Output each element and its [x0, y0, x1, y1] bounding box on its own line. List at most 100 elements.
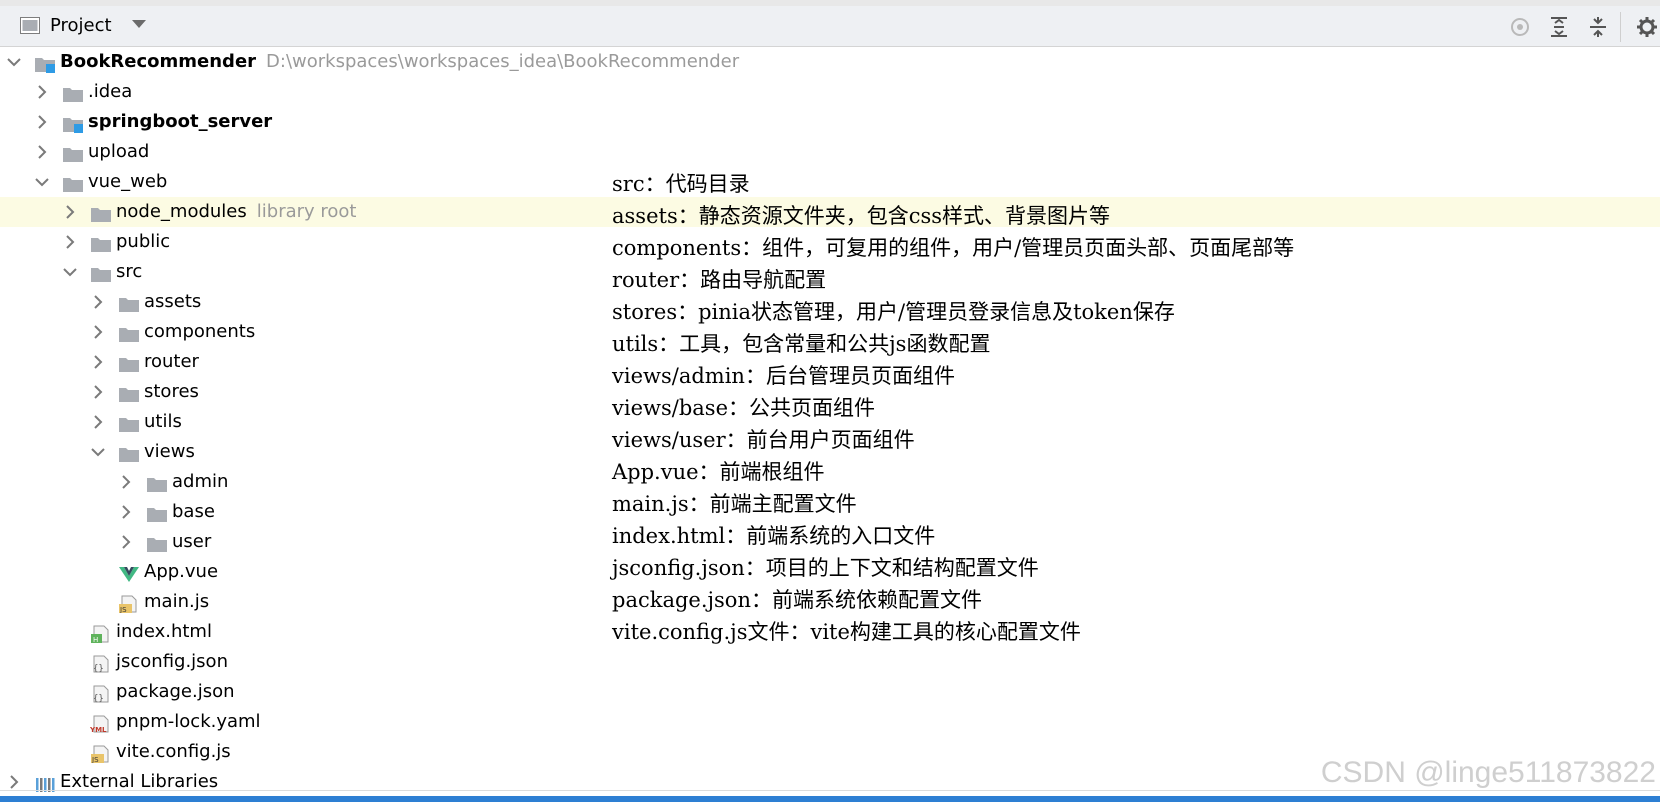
- json-file-icon: {}: [90, 683, 112, 704]
- chevron-right-icon[interactable]: [119, 497, 133, 527]
- annotation-line: index.html：前端系统的入口文件: [612, 524, 936, 548]
- tree-item-label: External Libraries: [60, 767, 218, 797]
- annotation-line: main.js：前端主配置文件: [612, 492, 857, 516]
- js-file-icon: JS: [118, 593, 140, 614]
- chevron-right-icon[interactable]: [63, 197, 77, 227]
- status-bar-edge: [0, 796, 1660, 802]
- chevron-right-icon[interactable]: [91, 317, 105, 347]
- folder-icon: [118, 383, 140, 402]
- project-name: BookRecommender: [60, 51, 257, 72]
- tree-item-name: springboot_server: [88, 111, 273, 132]
- tree-item-label: base: [172, 497, 215, 527]
- folder-icon: [118, 293, 140, 312]
- tree-item-name: main.js: [144, 591, 210, 612]
- module-folder-icon: [62, 113, 84, 133]
- tree-row-package-json[interactable]: {} package.json: [0, 677, 1660, 707]
- folder-icon: [118, 353, 140, 372]
- tree-item-label: .idea: [88, 77, 132, 107]
- tree-item-name: vite.config.js: [116, 741, 231, 762]
- tree-item-label: admin: [172, 467, 228, 497]
- chevron-down-icon[interactable]: [7, 47, 21, 77]
- annotation-line: App.vue：前端根组件: [612, 460, 825, 484]
- tree-row-springboot-server[interactable]: springboot_server: [0, 107, 1660, 137]
- folder-icon: [146, 503, 168, 522]
- tree-item-name: External Libraries: [60, 771, 219, 792]
- tree-item-name: package.json: [116, 681, 235, 702]
- chevron-right-icon[interactable]: [91, 347, 105, 377]
- annotation-line: package.json：前端系统依赖配置文件: [612, 588, 982, 612]
- svg-text:JS: JS: [119, 606, 127, 613]
- tree-item-name: assets: [144, 291, 202, 312]
- annotation-line: utils：工具，包含常量和公共js函数配置: [612, 332, 991, 356]
- chevron-right-icon[interactable]: [119, 467, 133, 497]
- annotation-line: assets：静态资源文件夹，包含css样式、背景图片等: [612, 204, 1111, 228]
- annotation-line: router：路由导航配置: [612, 268, 827, 292]
- chevron-right-icon[interactable]: [35, 137, 49, 167]
- tree-item-name: src: [116, 261, 143, 282]
- js-file-icon: JS: [90, 743, 112, 764]
- tree-item-name: .idea: [88, 81, 133, 102]
- annotation-list: src：代码目录 assets：静态资源文件夹，包含css样式、背景图片等 co…: [612, 168, 1294, 648]
- tree-row-pnpm-lock[interactable]: YML pnpm-lock.yaml: [0, 707, 1660, 737]
- tree-item-name: utils: [144, 411, 182, 432]
- annotation-line: stores：pinia状态管理，用户/管理员登录信息及token保存: [612, 300, 1175, 324]
- folder-icon: [62, 83, 84, 102]
- json-file-icon: {}: [90, 653, 112, 674]
- tree-row-upload[interactable]: upload: [0, 137, 1660, 167]
- tree-item-name: App.vue: [144, 561, 219, 582]
- chevron-right-icon[interactable]: [91, 287, 105, 317]
- folder-icon: [90, 263, 112, 282]
- tree-item-label: BookRecommender D:\workspaces\workspaces_…: [60, 47, 739, 77]
- chevron-right-icon[interactable]: [35, 77, 49, 107]
- chevron-right-icon[interactable]: [63, 227, 77, 257]
- svg-text:H: H: [93, 636, 98, 643]
- tree-row-idea[interactable]: .idea: [0, 77, 1660, 107]
- annotation-line: jsconfig.json：项目的上下文和结构配置文件: [612, 556, 1039, 580]
- tree-item-label: upload: [88, 137, 149, 167]
- annotation-line: views/base：公共页面组件: [612, 396, 876, 420]
- tree-item-name: upload: [88, 141, 150, 162]
- module-folder-icon: [34, 53, 56, 73]
- chevron-down-icon[interactable]: [63, 257, 77, 287]
- chevron-right-icon[interactable]: [91, 377, 105, 407]
- annotation-line: views/admin：后台管理员页面组件: [612, 364, 955, 388]
- tree-item-name: stores: [144, 381, 199, 402]
- annotation-line: views/user：前台用户页面组件: [612, 428, 915, 452]
- svg-text:{}: {}: [93, 664, 104, 673]
- tree-item-label: assets: [144, 287, 201, 317]
- chevron-right-icon[interactable]: [119, 527, 133, 557]
- tree-item-label: App.vue: [144, 557, 218, 587]
- tree-item-name: public: [116, 231, 171, 252]
- chevron-down-icon[interactable]: [91, 437, 105, 467]
- library-root-hint: library root: [256, 201, 357, 222]
- tree-item-label: components: [144, 317, 255, 347]
- libraries-icon: [34, 773, 56, 792]
- tree-item-name: pnpm-lock.yaml: [116, 711, 261, 732]
- annotation-line: src：代码目录: [612, 172, 750, 196]
- tree-item-label: pnpm-lock.yaml: [116, 707, 261, 737]
- folder-icon: [146, 533, 168, 552]
- folder-icon: [90, 233, 112, 252]
- chevron-right-icon[interactable]: [7, 767, 21, 797]
- chevron-right-icon[interactable]: [91, 407, 105, 437]
- tree-item-name: node_modules: [116, 201, 247, 222]
- chevron-right-icon[interactable]: [35, 107, 49, 137]
- tree-item-name: vue_web: [88, 171, 168, 192]
- folder-icon: [146, 473, 168, 492]
- tree-item-label: springboot_server: [88, 107, 272, 137]
- tree-row-jsconfig-json[interactable]: {} jsconfig.json: [0, 647, 1660, 677]
- folder-icon: [62, 143, 84, 162]
- tree-item-label: index.html: [116, 617, 212, 647]
- tree-row-root[interactable]: BookRecommender D:\workspaces\workspaces_…: [0, 47, 1660, 77]
- tree-item-label: src: [116, 257, 142, 287]
- tree-item-label: package.json: [116, 677, 235, 707]
- folder-icon: [62, 173, 84, 192]
- html-file-icon: H: [90, 623, 112, 644]
- chevron-down-icon[interactable]: [35, 167, 49, 197]
- yaml-file-icon: YML: [89, 713, 112, 734]
- tree-item-name: components: [144, 321, 256, 342]
- tree-item-label: vue_web: [88, 167, 167, 197]
- annotation-line: components：组件，可复用的组件，用户/管理员页面头部、页面尾部等: [612, 236, 1295, 260]
- tree-item-label: views: [144, 437, 195, 467]
- vue-file-icon: [118, 563, 140, 582]
